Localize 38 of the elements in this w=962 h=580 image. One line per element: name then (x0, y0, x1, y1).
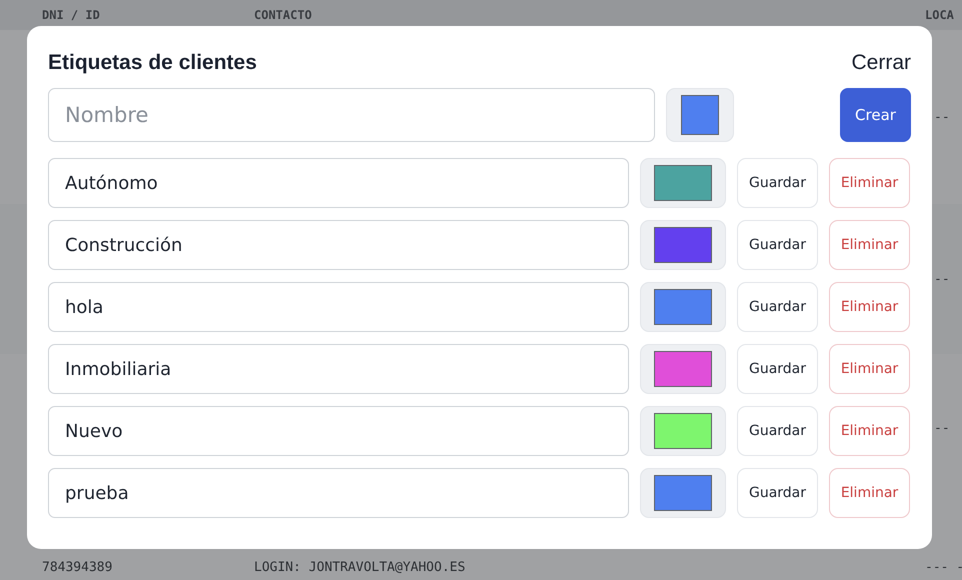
color-picker[interactable] (640, 344, 726, 394)
save-button[interactable]: Guardar (737, 468, 818, 518)
color-picker[interactable] (640, 158, 726, 208)
save-button[interactable]: Guardar (737, 406, 818, 456)
tag-name-field[interactable]: prueba (48, 468, 629, 518)
save-button[interactable]: Guardar (737, 282, 818, 332)
table-cell-text: 784394389 (42, 560, 114, 575)
table-cell-text: -- (934, 420, 951, 436)
delete-button[interactable]: Eliminar (829, 406, 910, 456)
table-cell: --- - (925, 560, 962, 575)
color-picker[interactable] (640, 282, 726, 332)
create-button[interactable]: Crear (840, 88, 911, 142)
delete-button[interactable]: Eliminar (829, 468, 910, 518)
save-button[interactable]: Guardar (737, 344, 818, 394)
column-header: CONTACTO (254, 8, 313, 22)
delete-button[interactable]: Eliminar (829, 158, 910, 208)
close-button[interactable]: Cerrar (851, 51, 911, 75)
save-button[interactable]: Guardar (737, 220, 818, 270)
tag-name-field[interactable]: Construcción (48, 220, 629, 270)
column-header: DNI / ID (42, 8, 101, 22)
column-header: LOCA (925, 8, 955, 22)
delete-button[interactable]: Eliminar (829, 344, 910, 394)
color-picker[interactable] (666, 88, 734, 142)
tag-name-field[interactable]: hola (48, 282, 629, 332)
delete-button[interactable]: Eliminar (829, 220, 910, 270)
table-cell-text: -- (934, 110, 951, 124)
color-picker[interactable] (640, 220, 726, 270)
table-cell-text: LOGIN: JONTRAVOLTA@YAHOO.ES (254, 560, 466, 575)
dialog-title: Etiquetas de clientes (48, 51, 257, 75)
color-picker[interactable] (640, 406, 726, 456)
name-input-field[interactable]: Nombre (48, 88, 655, 142)
tag-name-field[interactable]: Inmobiliaria (48, 344, 629, 394)
table-cell-text: -- (934, 272, 951, 286)
color-picker[interactable] (640, 468, 726, 518)
tag-name-field[interactable]: Autónomo (48, 158, 629, 208)
delete-button[interactable]: Eliminar (829, 282, 910, 332)
save-button[interactable]: Guardar (737, 158, 818, 208)
tag-name-field[interactable]: Nuevo (48, 406, 629, 456)
